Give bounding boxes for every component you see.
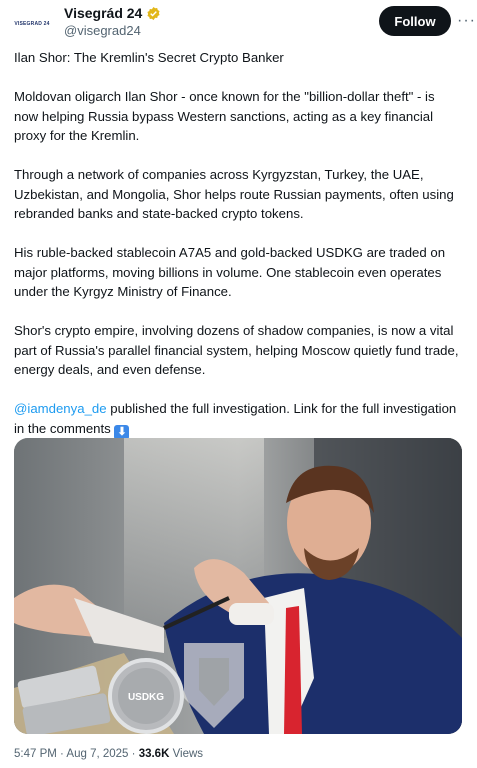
mention-link[interactable]: @iamdenya_de [14,401,107,416]
tweet-meta: 5:47 PM · Aug 7, 2025 · 33.6K Views [14,748,203,760]
account-handle[interactable]: @visegrad24 [64,23,161,38]
tweet-paragraph: Ilan Shor: The Kremlin's Secret Crypto B… [14,50,284,65]
tweet-paragraph: Moldovan oligarch Ilan Shor - once known… [14,89,435,143]
tweet-paragraph: Through a network of companies across Ky… [14,167,454,221]
views-label: Views [169,748,204,760]
tweet-media-image[interactable]: USDKG [14,438,462,734]
display-name[interactable]: Visegrád 24 [64,5,142,21]
meta-separator: · [56,748,67,760]
verified-badge-icon [147,6,160,20]
tweet-text: Ilan Shor: The Kremlin's Secret Crypto B… [14,48,462,459]
display-name-row[interactable]: Visegrád 24 [64,5,161,21]
views-count: 33.6K [138,748,170,760]
coin-label: USDKG [128,692,164,703]
tweet-header: VISEGRAD 24 Visegrád 24 @visegrad24 Foll… [14,4,475,42]
account-avatar[interactable]: VISEGRAD 24 [14,6,50,42]
avatar-logo-text: VISEGRAD 24 [14,21,50,27]
tweet-paragraph: His ruble-backed stablecoin A7A5 and gol… [14,245,446,299]
tweet-date[interactable]: Aug 7, 2025 [66,748,128,760]
tweet-time[interactable]: 5:47 PM [14,748,57,760]
account-names: Visegrád 24 @visegrad24 [64,5,161,38]
tweet-paragraph: Shor's crypto empire, involving dozens o… [14,323,459,377]
more-options-icon[interactable]: ··· [457,12,476,30]
meta-separator: · [128,748,139,760]
follow-button[interactable]: Follow [379,6,451,36]
media-illustration: USDKG [14,438,462,734]
tweet-paragraph-last: @iamdenya_de published the full investig… [14,399,462,440]
